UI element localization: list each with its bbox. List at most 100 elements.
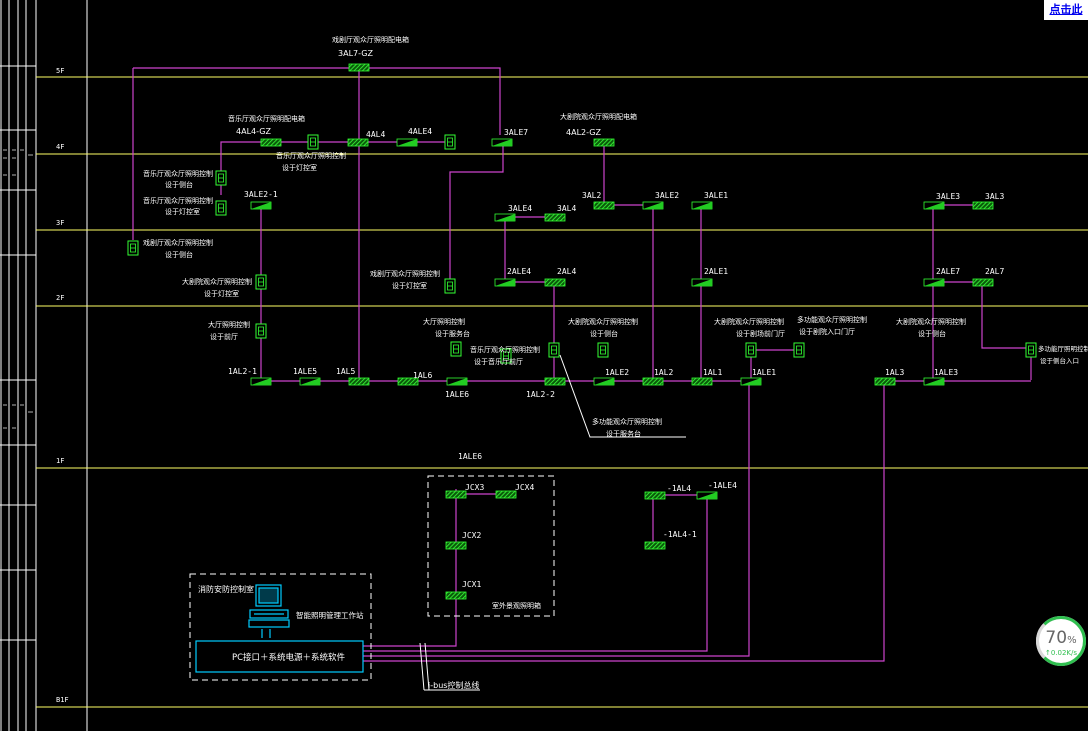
floor-label-1f: 1F [56,457,64,465]
annot-3f-ctrl2-loc: 设于灯控室 [165,207,200,216]
panel-jcx1-icon[interactable] [445,591,467,600]
panel-1ale3-emergency-icon[interactable] [923,377,945,386]
network-upload-speed: ↑0.02K/s [1044,649,1078,657]
label-3ale2-1: 3ALE2-1 [244,190,278,199]
control-panel-ctrl-5-icon[interactable] [444,134,456,150]
label-2ale4: 2ALE4 [507,267,531,276]
panel-3al4-icon[interactable] [544,213,566,222]
drawing-title-strip [0,0,37,731]
annot-5f-panel: 戏剧厅观众厅照明配电箱 [332,35,409,44]
panel-3ale4-emergency-icon[interactable] [494,213,516,222]
panel-jcx3-icon[interactable] [445,490,467,499]
annot-fire-room: 消防安防控制室 [198,584,254,594]
floor-lines: 5F 4F 3F 2F 1F B1F [36,67,1088,708]
panel-2ale7-emergency-icon[interactable] [923,278,945,287]
panel-3al2-icon[interactable] [593,201,615,210]
lighting-control-system-diagram: 5F4F3F2F1FB1F 4AL4 4ALE4 3ALE7 3ALE2-1 3… [0,0,1088,731]
label-1ale5: 1ALE5 [293,367,317,376]
panel-3ale2-emergency-icon[interactable] [642,201,664,210]
label-3ale3: 3ALE3 [936,192,960,201]
annot-1f-ctrl-f-loc: 设于剧院入口门厅 [799,327,855,336]
panel-m1al4-1-icon[interactable] [644,541,666,550]
control-panel-ctrl-8-icon[interactable] [255,323,267,339]
panel-1al3-icon[interactable] [874,377,896,386]
floor-label-2f: 2F [56,294,64,302]
panel-1ale6-emergency-icon[interactable] [446,377,468,386]
panel-1al5-icon[interactable] [348,377,370,386]
label-1al6: 1AL6 [413,371,432,380]
annot-4f-panel: 音乐厅观众厅照明配电箱 [228,114,305,123]
annot-1f-ctrl-h: 多功能厅照明控制 [1038,344,1088,353]
panel-3al7-gz-icon[interactable] [348,63,370,72]
control-panel-ctrl-12-icon[interactable] [597,342,609,358]
annot-4f-ctrl: 音乐厅观众厅照明控制 [276,151,346,160]
annot-2f-ctrl1: 大剧院观众厅照明控制 [182,277,252,286]
panel-3ale3-emergency-icon[interactable] [923,201,945,210]
control-panel-ctrl-13-icon[interactable] [745,342,757,358]
control-panel-ctrl-2-icon[interactable] [215,170,227,186]
annot-2f-ctrl1-loc: 设于灯控室 [204,289,239,298]
panel-2ale4-emergency-icon[interactable] [494,278,516,287]
panel-m1ale4-emergency-icon[interactable] [696,491,718,500]
network-percent: 70% [1045,628,1077,648]
control-panel-ctrl-15-icon[interactable] [1025,342,1037,358]
panel-2al7-icon[interactable] [972,278,994,287]
panel-jcx2-icon[interactable] [445,541,467,550]
annot-1f-ctrl-e: 大剧院观众厅照明控制 [714,317,784,326]
panel-1al2-icon[interactable] [642,377,664,386]
label-1ale1: 1ALE1 [752,368,776,377]
top-right-link[interactable]: 点击此 [1044,0,1088,20]
label-1ale6: 1ALE6 [445,390,469,399]
control-panel-ctrl-6-icon[interactable] [444,278,456,294]
panel-3ale7-emergency-icon[interactable] [491,138,513,147]
label-3al4: 3AL4 [557,204,576,213]
label-2al4: 2AL4 [557,267,576,276]
panel-jcx4-icon[interactable] [495,490,517,499]
annotations: 戏剧厅观众厅照明配电箱 3AL7-GZ 音乐厅观众厅照明配电箱 4AL4-GZ … [143,35,1088,690]
panel-2ale1-emergency-icon[interactable] [691,278,713,287]
panel-2al4-icon[interactable] [544,278,566,287]
annot-outdoor: 室外景观照明箱 [492,601,541,610]
panel-1ale5-emergency-icon[interactable] [299,377,321,386]
panel-1ale1-emergency-icon[interactable] [740,377,762,386]
label-1al2-2: 1AL2-2 [526,390,555,399]
label-2al7: 2AL7 [985,267,1004,276]
label-m1al4: -1AL4 [667,484,691,493]
computer-workstation-icon[interactable] [248,584,290,638]
floor-label-b1f: B1F [56,696,69,704]
control-panel-ctrl-4-icon[interactable] [307,134,319,150]
control-panel-ctrl-7-icon[interactable] [255,274,267,290]
panel-m1al4-icon[interactable] [644,491,666,500]
label-3ale1: 3ALE1 [704,191,728,200]
label-3ale4: 3ALE4 [508,204,532,213]
panel-1al2-2-icon[interactable] [544,377,566,386]
annot-5f-code: 3AL7-GZ [338,49,373,58]
panel-3al3-icon[interactable] [972,201,994,210]
network-speed-widget[interactable]: 70% ↑0.02K/s [1036,616,1086,666]
panel-4al4-icon[interactable] [347,138,369,147]
label-1al5: 1AL5 [336,367,355,376]
annot-pc-interface: PC接口＋系统电源＋系统软件 [232,652,346,663]
panel-1ale2-emergency-icon[interactable] [593,377,615,386]
label-1al1: 1AL1 [703,368,722,377]
panel-3ale2-1-emergency-icon[interactable] [250,201,272,210]
panel-3ale1-emergency-icon[interactable] [691,201,713,210]
panel-1al2-1-emergency-icon[interactable] [250,377,272,386]
label-jcx3: JCX3 [465,483,484,492]
panel-1al1-icon[interactable] [691,377,713,386]
control-panel-ctrl-14-icon[interactable] [793,342,805,358]
annot-1f-ctrl-i: 多功能观众厅照明控制 [592,417,662,426]
control-panel-ctrl-1-icon[interactable] [127,240,139,256]
cad-drawing-canvas[interactable]: 5F 4F 3F 2F 1F B1F 4AL4 4ALE4 3ALE7 3ALE… [0,0,1088,731]
control-panel-ctrl-11-icon[interactable] [548,342,560,358]
floor-label-4f: 4F [56,143,64,151]
label-m1ale4: -1ALE4 [708,481,737,490]
label-2ale1: 2ALE1 [704,267,728,276]
control-panel-ctrl-3-icon[interactable] [215,200,227,216]
label-3al2: 3AL2 [582,191,601,200]
panel-4al4-gz-icon[interactable] [260,138,282,147]
control-panel-ctrl-9-icon[interactable] [450,341,462,357]
panel-4al2-gz-icon[interactable] [593,138,615,147]
annot-3f-ctrl1: 音乐厅观众厅照明控制 [143,169,213,178]
panel-4ale4-emergency-icon[interactable] [396,138,418,147]
